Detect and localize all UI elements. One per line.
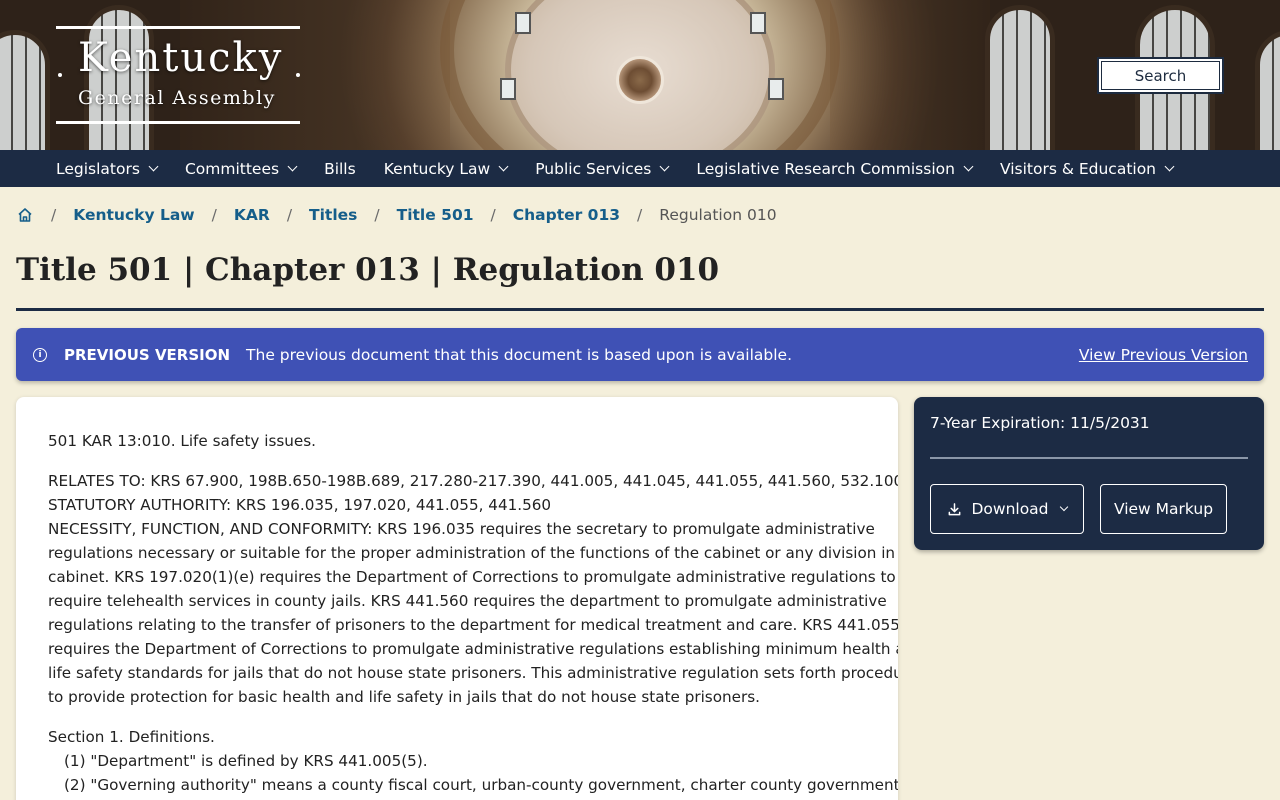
banner-small-window (750, 12, 766, 34)
logo-sub-text: General Assembly (78, 87, 276, 109)
breadcrumb-kentucky-law[interactable]: Kentucky Law (73, 206, 194, 224)
nav-item-label: Legislative Research Commission (696, 159, 955, 178)
nav-item-public-services[interactable]: Public Services (535, 159, 670, 178)
banner-small-window (768, 78, 784, 100)
definition-item: (1) "Department" is defined by KRS 441.0… (64, 752, 428, 770)
nav-item-label: Committees (184, 159, 280, 178)
nfc-line: to provide protection for basic health a… (48, 688, 760, 706)
nfc-line: cabinet. KRS 197.020(1)(e) requires the … (48, 568, 896, 586)
nav-item-lrc[interactable]: Legislative Research Commission (696, 159, 974, 178)
breadcrumb-separator: / (490, 206, 496, 224)
info-icon: i (33, 347, 47, 362)
document-actions-card: 7-Year Expiration: 11/5/2031 Download Vi… (914, 397, 1264, 550)
chevron-down-icon (287, 161, 298, 172)
nfc-line: regulations necessary or suitable for th… (48, 544, 898, 562)
breadcrumb-chapter-013[interactable]: Chapter 013 (513, 206, 620, 224)
previous-version-alert: i PREVIOUS VERSION The previous document… (16, 328, 1264, 381)
chevron-down-icon (148, 161, 159, 172)
relates-to: RELATES TO: KRS 67.900, 198B.650-198B.68… (48, 472, 898, 490)
logo-dot (58, 73, 62, 77)
nfc-line: require telehealth services in county ja… (48, 592, 887, 610)
banner-window (0, 30, 50, 150)
expiration-date: 7-Year Expiration: 11/5/2031 (930, 414, 1150, 432)
header-banner: Kentucky General Assembly Search (0, 0, 1280, 150)
breadcrumb-current: Regulation 010 (659, 206, 777, 224)
chevron-down-icon (659, 161, 670, 172)
nav-item-bills[interactable]: Bills (324, 160, 356, 178)
main-nav: Legislators Committees Bills Kentucky La… (0, 150, 1280, 187)
nfc-line: regulations relating to the transfer of … (48, 616, 898, 634)
nav-item-label: Visitors & Education (999, 159, 1157, 178)
nav-item-label: Bills (324, 159, 356, 178)
breadcrumb-separator: / (637, 206, 643, 224)
nav-item-label: Legislators (56, 159, 140, 178)
chevron-down-icon (1059, 502, 1068, 512)
nav-item-legislators[interactable]: Legislators (56, 159, 159, 178)
regulation-document: 501 KAR 13:010. Life safety issues. RELA… (16, 397, 898, 800)
banner-window (985, 5, 1055, 150)
banner-window (1255, 30, 1280, 150)
title-divider (16, 308, 1264, 311)
logo-dot (296, 73, 300, 77)
home-icon[interactable] (16, 206, 34, 224)
section-heading: Section 1. Definitions. (48, 728, 215, 746)
view-previous-version-link[interactable]: View Previous Version (1079, 346, 1248, 364)
document-heading: 501 KAR 13:010. Life safety issues. (48, 432, 316, 450)
banner-rosette (616, 56, 664, 104)
nav-item-label: Public Services (535, 159, 652, 178)
statutory-authority: STATUTORY AUTHORITY: KRS 196.035, 197.02… (48, 496, 552, 514)
breadcrumb-kar[interactable]: KAR (234, 206, 270, 224)
search-button[interactable]: Search (1097, 57, 1224, 94)
site-logo[interactable]: Kentucky General Assembly (56, 26, 300, 124)
logo-main-text: Kentucky (78, 35, 284, 81)
nav-item-committees[interactable]: Committees (184, 159, 298, 178)
download-label: Download (971, 500, 1049, 518)
definition-item: (2) "Governing authority" means a county… (64, 776, 898, 794)
view-markup-button[interactable]: View Markup (1100, 484, 1227, 534)
nav-item-visitors-education[interactable]: Visitors & Education (999, 159, 1175, 178)
breadcrumb-separator: / (51, 206, 57, 224)
download-icon (947, 502, 962, 517)
banner-shade-right (830, 0, 990, 150)
card-divider (930, 457, 1248, 459)
breadcrumb-separator: / (211, 206, 217, 224)
banner-small-window (500, 78, 516, 100)
nav-item-label: Kentucky Law (383, 159, 491, 178)
nfc-line: requires the Department of Corrections t… (48, 640, 898, 658)
banner-small-window (515, 12, 531, 34)
breadcrumb: / Kentucky Law / KAR / Titles / Title 50… (16, 203, 777, 227)
nfc-line: NECESSITY, FUNCTION, AND CONFORMITY: KRS… (48, 520, 875, 538)
breadcrumb-title-501[interactable]: Title 501 (397, 206, 474, 224)
breadcrumb-separator: / (286, 206, 293, 224)
alert-title: PREVIOUS VERSION (64, 345, 231, 364)
chevron-down-icon (963, 161, 974, 172)
nav-item-kentucky-law[interactable]: Kentucky Law (383, 159, 509, 178)
alert-message: The previous document that this document… (246, 345, 792, 364)
nfc-line: life safety standards for jails that do … (48, 664, 898, 682)
chevron-down-icon (1164, 161, 1175, 172)
chevron-down-icon (498, 161, 509, 172)
breadcrumb-separator: / (374, 206, 380, 224)
page-title: Title 501 | Chapter 013 | Regulation 010 (16, 252, 720, 288)
breadcrumb-titles[interactable]: Titles (309, 206, 357, 224)
download-button[interactable]: Download (930, 484, 1084, 534)
